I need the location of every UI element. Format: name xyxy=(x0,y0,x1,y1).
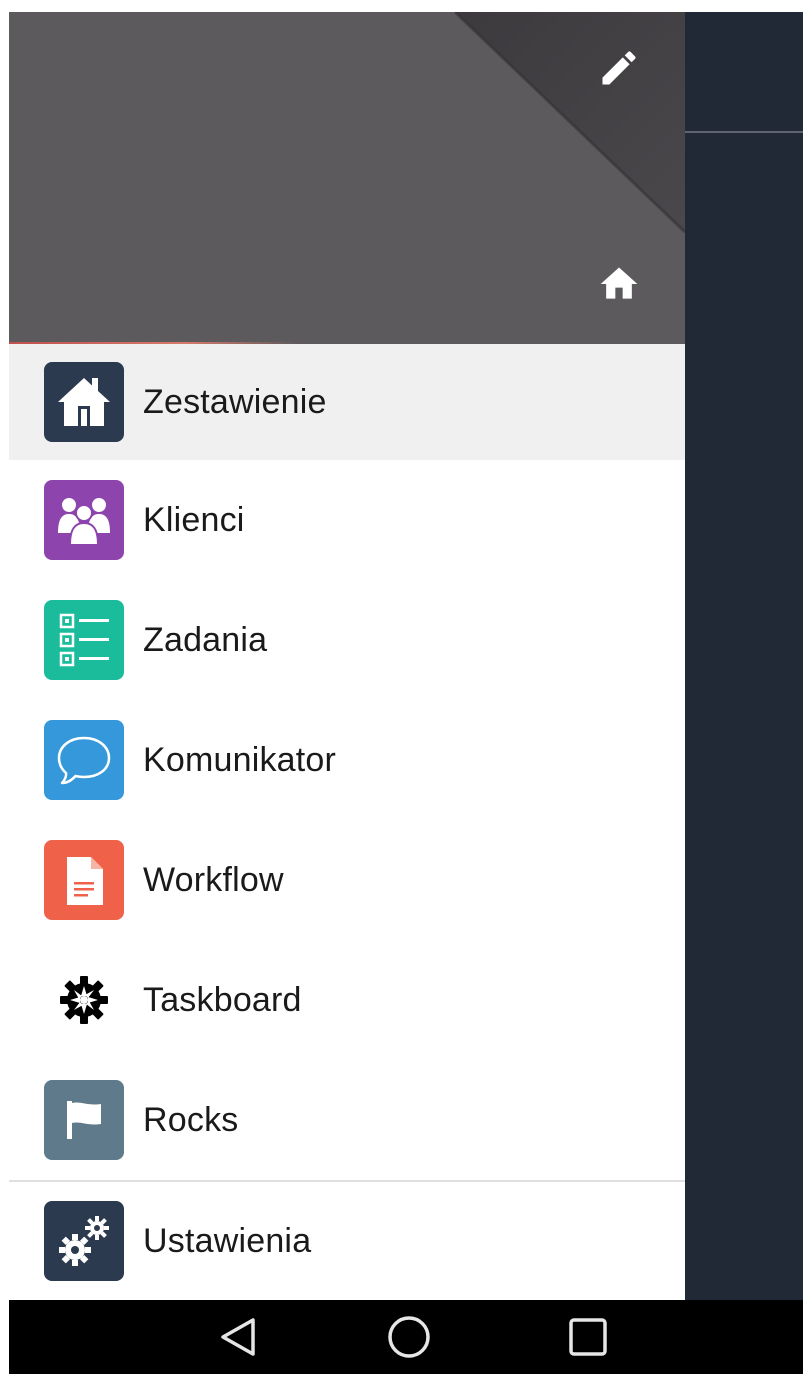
menu-item-label: Zadania xyxy=(143,620,268,659)
screen: Zestawienie Klienci Zadania Komunikator … xyxy=(9,12,803,1374)
back-triangle-icon xyxy=(221,1318,255,1356)
menu-item-zestawienie[interactable]: Zestawienie xyxy=(9,344,685,460)
navigation-drawer: Zestawienie Klienci Zadania Komunikator … xyxy=(9,12,685,1300)
menu-item-label: Zestawienie xyxy=(143,382,327,421)
menu-item-workflow[interactable]: Workflow xyxy=(9,820,685,940)
menu-item-label: Klienci xyxy=(143,500,245,539)
menu-item-label: Komunikator xyxy=(143,740,337,779)
menu-item-rocks[interactable]: Rocks xyxy=(9,1060,685,1180)
people-icon xyxy=(44,480,124,560)
menu-item-label: Rocks xyxy=(143,1100,239,1139)
gear-icon xyxy=(44,960,124,1040)
gears-icon xyxy=(44,1201,124,1281)
menu-item-klienci[interactable]: Klienci xyxy=(9,460,685,580)
system-navigation-bar xyxy=(9,1300,803,1374)
background-app[interactable] xyxy=(685,12,803,1300)
app-bar-divider xyxy=(685,131,803,133)
document-icon xyxy=(44,840,124,920)
chat-bubble-icon xyxy=(44,720,124,800)
recents-square-icon xyxy=(569,1318,607,1356)
home-icon xyxy=(600,267,638,299)
menu-item-label: Ustawienia xyxy=(143,1221,312,1260)
checklist-icon xyxy=(44,600,124,680)
menu-item-taskboard[interactable]: Taskboard xyxy=(9,940,685,1060)
drawer-menu: Zestawienie Klienci Zadania Komunikator … xyxy=(9,344,685,1300)
nav-home-button[interactable] xyxy=(381,1312,437,1362)
menu-item-label: Workflow xyxy=(143,860,284,899)
drawer-header xyxy=(9,12,685,344)
house-icon xyxy=(44,362,124,442)
menu-item-zadania[interactable]: Zadania xyxy=(9,580,685,700)
menu-item-label: Taskboard xyxy=(143,980,302,1019)
flag-icon xyxy=(44,1080,124,1160)
nav-recents-button[interactable] xyxy=(560,1312,616,1362)
header-home-button[interactable] xyxy=(591,256,647,312)
menu-item-komunikator[interactable]: Komunikator xyxy=(9,700,685,820)
pencil-icon xyxy=(602,51,636,85)
edit-profile-button[interactable] xyxy=(591,40,647,96)
home-circle-icon xyxy=(388,1316,430,1358)
menu-item-ustawienia[interactable]: Ustawienia xyxy=(9,1182,685,1300)
header-fold-decoration xyxy=(453,12,685,234)
nav-back-button[interactable] xyxy=(211,1312,267,1362)
